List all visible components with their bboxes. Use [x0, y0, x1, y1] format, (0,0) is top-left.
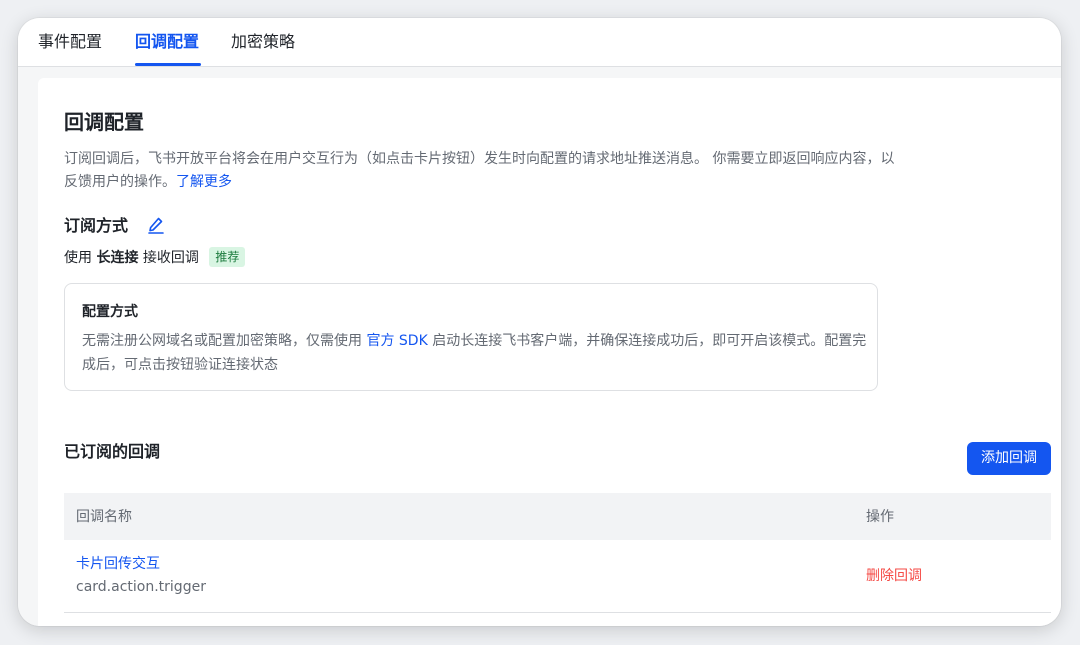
recommended-badge: 推荐 [209, 247, 246, 267]
config-text-before: 无需注册公网域名或配置加密策略，仅需使用 [82, 333, 362, 349]
tab-callback-config[interactable]: 回调配置 [135, 31, 199, 53]
usage-prefix: 使用 [64, 250, 92, 266]
edit-pencil-icon[interactable] [147, 215, 165, 235]
tab-encryption-policy[interactable]: 加密策略 [231, 31, 295, 53]
connection-mode: 长连接 [96, 250, 139, 266]
config-method-text: 无需注册公网域名或配置加密策略，仅需使用 官方 SDK 启动长连接飞书客户端，并… [82, 329, 872, 377]
column-header-action: 操作 [866, 509, 894, 525]
callback-config-card: 回调配置 订阅回调后，飞书开放平台将会在用户交互行为（如点击卡片按钮）发生时向配… [38, 78, 1061, 626]
subscribed-callbacks-title: 已订阅的回调 [64, 442, 161, 461]
config-method-title: 配置方式 [82, 304, 138, 320]
active-tab-indicator [135, 63, 201, 66]
tab-event-config[interactable]: 事件配置 [38, 31, 102, 53]
callback-name-link[interactable]: 卡片回传交互 [76, 554, 160, 574]
tab-bar: 事件配置 回调配置 加密策略 [18, 18, 1061, 67]
table-header: 回调名称 操作 [64, 493, 1051, 540]
callback-key: card.action.trigger [76, 579, 206, 595]
table-row: 卡片回传交互 card.action.trigger 删除回调 [64, 540, 1051, 613]
subscription-mode-line: 使用 长连接 接收回调 推荐 [64, 247, 246, 268]
config-method-box: 配置方式 无需注册公网域名或配置加密策略，仅需使用 官方 SDK 启动长连接飞书… [64, 283, 878, 391]
subscription-method-title: 订阅方式 [64, 216, 129, 235]
page-description: 订阅回调后，飞书开放平台将会在用户交互行为（如点击卡片按钮）发生时向配置的请求地… [64, 148, 904, 194]
official-sdk-link[interactable]: 官方 SDK [366, 333, 427, 349]
learn-more-link[interactable]: 了解更多 [176, 174, 232, 190]
app-window: 事件配置 回调配置 加密策略 回调配置 订阅回调后，飞书开放平台将会在用户交互行… [18, 18, 1061, 626]
add-callback-button[interactable]: 添加回调 [967, 442, 1051, 475]
usage-suffix: 接收回调 [142, 250, 199, 266]
page-title: 回调配置 [64, 110, 144, 134]
delete-callback-link[interactable]: 删除回调 [866, 566, 922, 586]
column-header-name: 回调名称 [76, 509, 132, 525]
